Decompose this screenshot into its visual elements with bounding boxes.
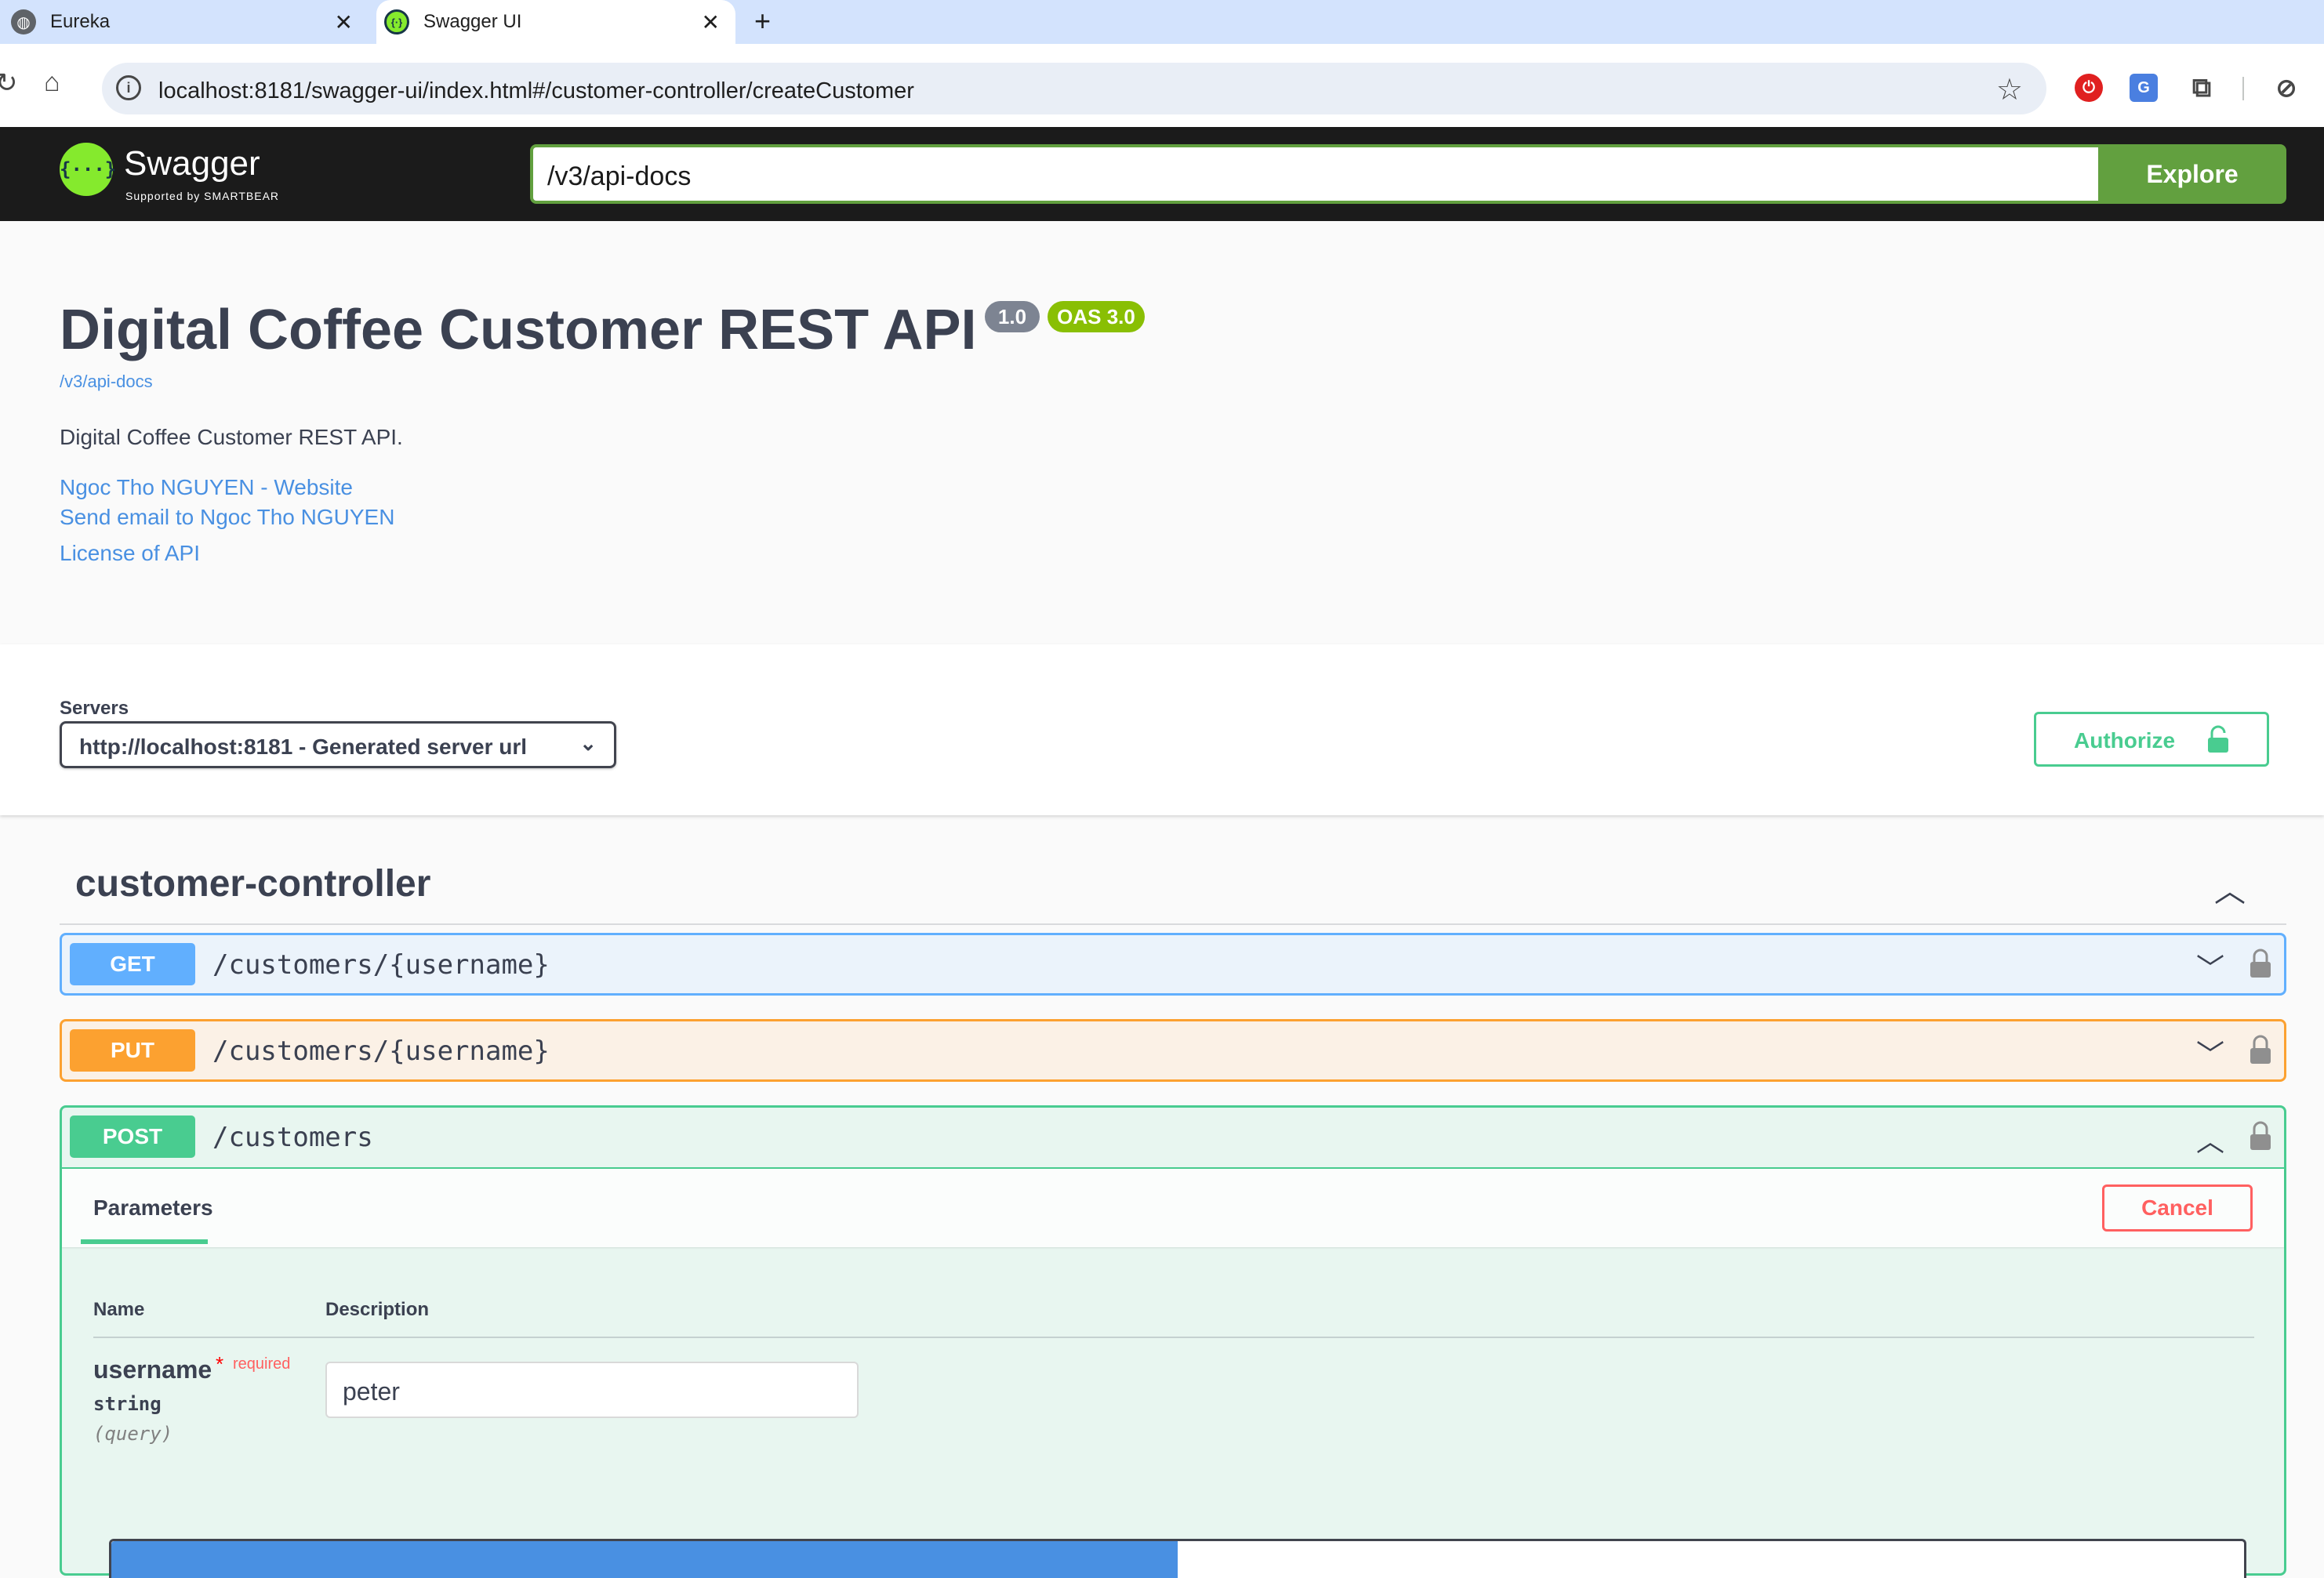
new-tab-icon[interactable]: + bbox=[754, 5, 771, 38]
execute-button-group[interactable] bbox=[109, 1539, 2246, 1578]
bookmark-star-icon[interactable]: ☆ bbox=[1996, 72, 2023, 107]
servers-label: Servers bbox=[60, 698, 129, 719]
unlock-icon bbox=[2208, 725, 2228, 753]
performance-icon[interactable]: ⊘ bbox=[2272, 74, 2300, 102]
close-tab-icon[interactable]: ✕ bbox=[702, 9, 720, 35]
tab-swagger-ui[interactable]: {·} Swagger UI ✕ bbox=[376, 0, 735, 44]
explore-button[interactable]: Explore bbox=[2098, 144, 2286, 204]
parameter-type: string bbox=[93, 1393, 162, 1415]
browser-tab-bar: ◍ Eureka ✕ {·} Swagger UI ✕ + bbox=[0, 0, 2324, 44]
tab-parameters[interactable]: Parameters bbox=[93, 1195, 213, 1221]
cancel-button[interactable]: Cancel bbox=[2102, 1184, 2253, 1232]
operation-path: /customers/{username} bbox=[212, 1036, 550, 1067]
swagger-logo-icon[interactable]: {···} bbox=[60, 143, 116, 196]
website-link[interactable]: Ngoc Tho NGUYEN - Website bbox=[60, 475, 353, 500]
parameter-location: (query) bbox=[93, 1423, 173, 1445]
translate-extension-icon[interactable]: G bbox=[2130, 74, 2158, 102]
method-badge: GET bbox=[70, 943, 195, 985]
servers-selected-value: http://localhost:8181 - Generated server… bbox=[79, 735, 528, 759]
chevron-down-icon[interactable]: ﹀ bbox=[2196, 946, 2224, 987]
tab-title: Eureka bbox=[50, 11, 111, 32]
tab-title: Swagger UI bbox=[423, 11, 522, 32]
adblock-extension-icon[interactable]: ⏻ bbox=[2075, 74, 2103, 102]
execute-button[interactable] bbox=[111, 1541, 1178, 1578]
chevron-up-icon[interactable]: ︿ bbox=[2196, 1119, 2224, 1159]
chevron-down-icon: ⌄ bbox=[579, 731, 597, 755]
parameters-bar: Parameters Cancel bbox=[62, 1169, 2284, 1247]
method-badge[interactable]: POST bbox=[70, 1115, 195, 1158]
extensions-puzzle-icon[interactable]: ⧉ bbox=[2188, 73, 2216, 103]
operation-path[interactable]: /customers bbox=[212, 1122, 373, 1153]
required-star: * bbox=[216, 1352, 224, 1376]
controller-title[interactable]: customer-controller bbox=[75, 862, 430, 905]
reload-icon[interactable]: ↻ bbox=[0, 67, 18, 99]
column-header-name: Name bbox=[93, 1299, 145, 1320]
servers-section: Servers http://localhost:8181 - Generate… bbox=[0, 644, 2324, 815]
api-description: Digital Coffee Customer REST API. bbox=[60, 425, 403, 449]
operation-path: /customers/{username} bbox=[212, 949, 550, 981]
chevron-down-icon[interactable]: ﹀ bbox=[2196, 1032, 2224, 1073]
email-link[interactable]: Send email to Ngoc Tho NGUYEN bbox=[60, 505, 394, 530]
lock-icon[interactable] bbox=[2250, 1120, 2271, 1152]
spec-url-input[interactable]: /v3/api-docs bbox=[530, 144, 2098, 204]
method-badge: PUT bbox=[70, 1029, 195, 1072]
active-tab-underline bbox=[81, 1239, 208, 1244]
oas-badge: OAS 3.0 bbox=[1048, 301, 1145, 332]
license-link[interactable]: License of API bbox=[60, 541, 200, 566]
browser-toolbar: ↻ ⌂ i localhost:8181/swagger-ui/index.ht… bbox=[0, 44, 2324, 127]
parameter-name: username bbox=[93, 1355, 212, 1384]
swagger-logo-text[interactable]: Swagger bbox=[124, 144, 260, 183]
tab-eureka[interactable]: ◍ Eureka ✕ bbox=[0, 0, 369, 44]
site-info-icon[interactable]: i bbox=[116, 75, 141, 100]
lock-icon[interactable] bbox=[2250, 1034, 2271, 1065]
close-tab-icon[interactable]: ✕ bbox=[335, 9, 353, 35]
authorize-button[interactable]: Authorize bbox=[2034, 712, 2269, 767]
swagger-favicon: {·} bbox=[384, 9, 409, 34]
address-bar[interactable]: i localhost:8181/swagger-ui/index.html#/… bbox=[102, 63, 2046, 114]
lock-icon[interactable] bbox=[2250, 948, 2271, 979]
authorize-label: Authorize bbox=[2074, 728, 2176, 753]
operation-put-customer[interactable]: PUT /customers/{username} ﹀ bbox=[60, 1019, 2286, 1082]
home-icon[interactable]: ⌂ bbox=[44, 67, 60, 98]
chevron-up-icon[interactable]: ︿ bbox=[2214, 865, 2246, 911]
table-header-divider bbox=[93, 1337, 2254, 1338]
toolbar-divider bbox=[2242, 77, 2244, 100]
required-label: required bbox=[233, 1355, 291, 1373]
swagger-logo-sub: Supported by SMARTBEAR bbox=[125, 190, 280, 202]
controller-divider bbox=[60, 923, 2286, 925]
servers-select[interactable]: http://localhost:8181 - Generated server… bbox=[60, 721, 616, 768]
username-input[interactable]: peter bbox=[325, 1362, 859, 1418]
address-url[interactable]: localhost:8181/swagger-ui/index.html#/cu… bbox=[158, 78, 914, 104]
api-title: Digital Coffee Customer REST API bbox=[60, 299, 977, 361]
spec-link[interactable]: /v3/api-docs bbox=[60, 372, 153, 392]
column-header-description: Description bbox=[325, 1299, 430, 1320]
globe-icon: ◍ bbox=[11, 9, 36, 34]
operation-post-customers: POST /customers ︿ Parameters Cancel Name… bbox=[60, 1105, 2286, 1578]
swagger-topbar: {···} Swagger Supported by SMARTBEAR /v3… bbox=[0, 127, 2324, 221]
version-badge: 1.0 bbox=[985, 301, 1040, 332]
operation-get-customer[interactable]: GET /customers/{username} ﹀ bbox=[60, 933, 2286, 996]
